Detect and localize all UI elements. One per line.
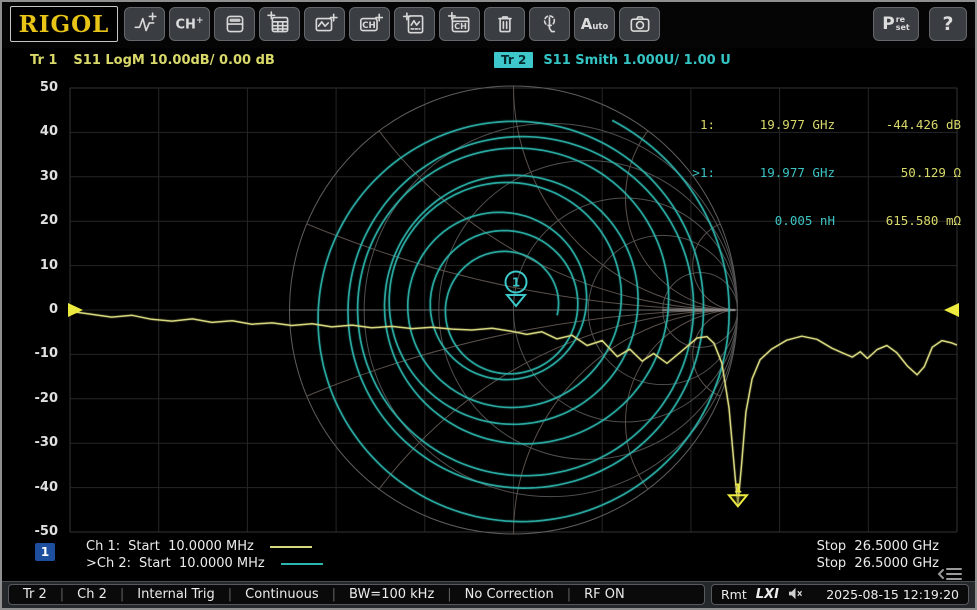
y-tick-label: 10 — [2, 258, 58, 274]
y-tick-label: -10 — [2, 346, 58, 362]
touch-icon[interactable] — [529, 7, 570, 41]
ref-level-marker-right — [944, 303, 959, 317]
lxi-logo: LXI — [756, 587, 779, 602]
status-items[interactable]: Tr 2 | Ch 2 | Internal Trig | Continuous | BW=10… — [8, 584, 705, 605]
trace2-color-swatch — [281, 563, 323, 565]
add-channel-window-icon[interactable]: CH — [349, 7, 390, 41]
channel2-start: Start 10.0000 MHz — [139, 556, 265, 571]
trace1-color-swatch — [270, 546, 312, 548]
marker-inductance: 0.005 nH — [715, 213, 835, 229]
toolbar-buttons: CH+ CH CH Auto — [124, 7, 660, 41]
channel1-stop: Stop 26.5000 GHz — [817, 539, 939, 554]
preset-button[interactable]: P re set — [873, 7, 919, 41]
separator: | — [228, 587, 232, 602]
add-trace-icon[interactable] — [124, 7, 165, 41]
separator: | — [332, 587, 336, 602]
channel2-info[interactable]: >Ch 2: Start 10.0000 MHz — [86, 556, 323, 571]
marker-freq: 19.977 GHz — [715, 165, 835, 181]
y-tick-label: 50 — [2, 80, 58, 96]
trace2-info[interactable]: Tr 2 S11 Smith 1.000U/ 1.00 U — [494, 52, 731, 68]
y-tick-label: 40 — [2, 124, 58, 140]
window-number-badge: 1 — [35, 543, 55, 561]
screenshot-icon[interactable] — [619, 7, 660, 41]
y-tick-label: -50 — [2, 524, 58, 540]
status-item[interactable]: Continuous — [245, 587, 318, 602]
y-tick-label: -40 — [2, 480, 58, 496]
y-tick-label: 0 — [2, 302, 58, 318]
trace2-badge[interactable]: Tr 2 — [494, 52, 533, 68]
y-tick-label: 20 — [2, 213, 58, 229]
ref-level-marker-left — [68, 303, 83, 317]
y-tick-label: 30 — [2, 169, 58, 185]
trace2-marker-label: 1 — [512, 276, 520, 290]
y-tick-label: -30 — [2, 435, 58, 451]
trace1-label: Tr 1 — [30, 53, 57, 68]
channel-list-icon[interactable]: CH — [439, 7, 480, 41]
status-item[interactable]: Ch 2 — [77, 587, 107, 602]
svg-text:CH: CH — [454, 21, 467, 31]
marker-value: -44.426 dB — [835, 117, 961, 133]
marker-id: >1: — [679, 165, 715, 181]
window-layout-icon[interactable] — [214, 7, 255, 41]
trace1-marker-triangle — [729, 495, 747, 506]
status-bar: Tr 2 | Ch 2 | Internal Trig | Continuous | BW=10… — [2, 581, 975, 608]
trace2-settings: S11 Smith 1.000U/ 1.00 U — [543, 53, 730, 68]
channel2-stop: Stop 26.5000 GHz — [817, 556, 939, 571]
help-button[interactable]: ? — [929, 7, 967, 41]
marker-id: 1: — [679, 117, 715, 133]
rigol-logo: RIGOL — [10, 6, 118, 42]
datetime: 2025-08-15 12:19:20 — [826, 587, 959, 602]
trace1-info[interactable]: Tr 1 S11 LogM 10.00dB/ 0.00 dB — [30, 53, 275, 68]
marker-row-tr1: 1: 19.977 GHz -44.426 dB — [679, 117, 961, 133]
channel1-start: Start 10.0000 MHz — [128, 539, 254, 554]
status-item[interactable]: No Correction — [465, 587, 554, 602]
separator: | — [447, 587, 451, 602]
status-item[interactable]: Tr 2 — [23, 587, 47, 602]
marker-row-tr2: >1: 19.977 GHz 50.129 Ω — [679, 165, 961, 181]
marker-freq: 19.977 GHz — [715, 117, 835, 133]
marker-reactance: 615.580 mΩ — [835, 213, 961, 229]
speaker-muted-icon[interactable] — [788, 587, 803, 603]
separator: | — [120, 587, 124, 602]
toolbar-right: P re set ? — [873, 7, 967, 41]
preset-label-small: re set — [896, 16, 910, 32]
trace2-marker-triangle — [507, 295, 525, 306]
marker-row-tr2-lx: 0.005 nH 615.580 mΩ — [679, 213, 961, 229]
marker-value: 50.129 Ω — [835, 165, 961, 181]
channel1-info[interactable]: Ch 1: Start 10.0000 MHz — [86, 539, 312, 554]
marker-id — [679, 213, 715, 229]
delete-icon[interactable] — [484, 7, 525, 41]
preset-label-big: P — [882, 14, 894, 34]
channel2-label: >Ch 2: — [86, 556, 131, 571]
autoscale-icon[interactable]: Auto — [574, 7, 615, 41]
status-item[interactable]: BW=100 kHz — [349, 587, 434, 602]
svg-text:CH: CH — [362, 21, 376, 31]
measurement-table-icon[interactable] — [259, 7, 300, 41]
trace1-marker-label: 1 — [734, 481, 742, 495]
trace-list-icon[interactable] — [394, 7, 435, 41]
channel1-label: Ch 1: — [86, 539, 120, 554]
y-tick-label: -20 — [2, 391, 58, 407]
separator: | — [60, 587, 64, 602]
add-channel-icon[interactable]: CH+ — [169, 7, 210, 41]
vna-screen: RIGOL CH+ CH CH Auto P re set ? Tr 1 S11 Lo… — [0, 0, 977, 610]
remote-indicator: Rmt — [721, 587, 747, 602]
separator: | — [567, 587, 571, 602]
trace1-settings: S11 LogM 10.00dB/ 0.00 dB — [73, 53, 274, 68]
status-item[interactable]: Internal Trig — [137, 587, 214, 602]
add-trace-window-icon[interactable] — [304, 7, 345, 41]
marker-readout: 1: 19.977 GHz -44.426 dB >1: 19.977 GHz … — [679, 85, 961, 261]
toolbar: RIGOL CH+ CH CH Auto P re set ? — [2, 2, 975, 48]
system-indicators[interactable]: Rmt LXI 2025-08-15 12:19:20 — [711, 584, 969, 605]
status-item[interactable]: RF ON — [584, 587, 625, 602]
